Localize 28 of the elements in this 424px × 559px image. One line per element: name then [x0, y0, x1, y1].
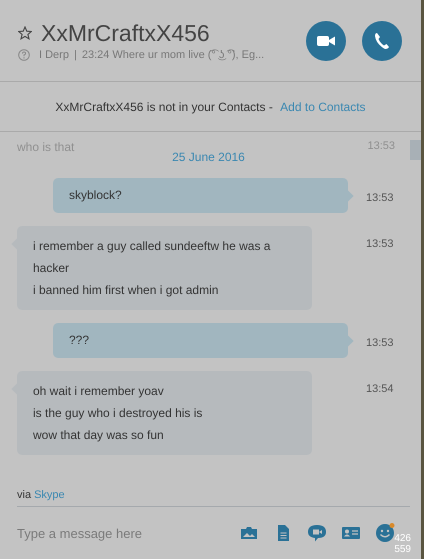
- message-text: is the guy who i destroyed his is: [33, 405, 204, 422]
- star-icon[interactable]: [18, 26, 32, 40]
- video-call-button[interactable]: [306, 21, 346, 61]
- add-to-contacts-link[interactable]: Add to Contacts: [280, 100, 366, 114]
- skype-link[interactable]: Skype: [34, 489, 65, 501]
- date-label: 25 June 2016: [171, 150, 246, 164]
- message-time: 13:54: [366, 383, 394, 395]
- message-time: 13:53: [366, 192, 394, 204]
- message-text: skyblock?: [69, 187, 123, 204]
- call-button[interactable]: [362, 21, 402, 61]
- help-icon: [18, 49, 30, 61]
- message-time: 13:53: [366, 238, 394, 250]
- message-field[interactable]: Type a message here: [17, 526, 239, 540]
- size-label: 426: [394, 533, 411, 544]
- message-text: ???: [69, 332, 90, 349]
- mood-text: I Derp: [39, 49, 69, 61]
- via-text: via: [17, 489, 32, 501]
- notice-text: XxMrCraftxX456 is not in your Contacts -: [55, 100, 274, 114]
- message-text: wow that day was so fun: [33, 427, 165, 444]
- contact-name: XxMrCraftxX456: [41, 19, 210, 47]
- message-text: oh wait i remember yoav: [33, 383, 165, 400]
- smiley-icon[interactable]: [375, 523, 395, 543]
- chat-bubble-icon[interactable]: [307, 523, 327, 543]
- size-label: 559: [394, 544, 411, 555]
- message-time: 13:53: [366, 337, 394, 349]
- message-text: i banned him first when i got admin: [33, 282, 220, 299]
- separator-text: |: [74, 49, 77, 61]
- status-text: 23:24 Where ur mom live (͡° ͜ʖ ͡°), Eg...: [82, 49, 264, 61]
